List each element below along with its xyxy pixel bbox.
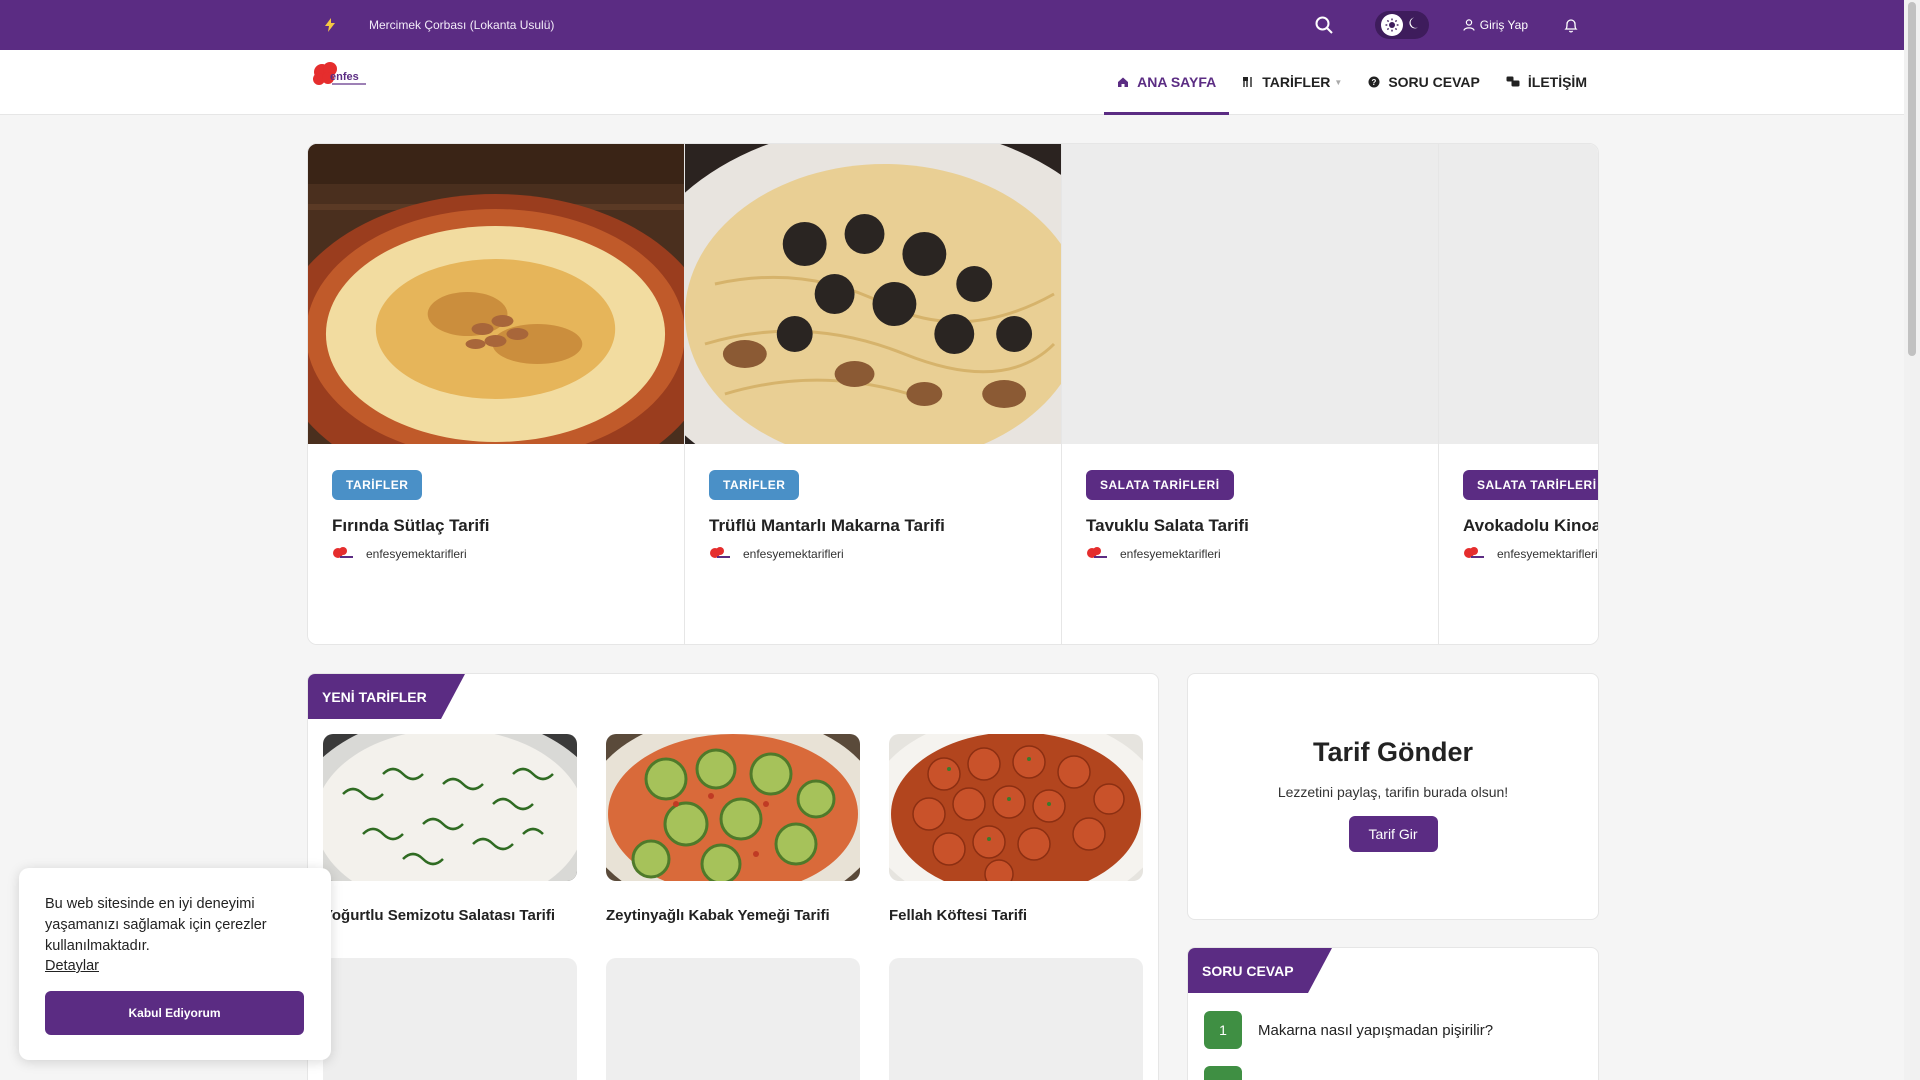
qa-item[interactable]: 1 Makarna nasıl yapışmadan pişirilir? xyxy=(1204,1011,1493,1049)
scrollbar-thumb[interactable] xyxy=(1908,2,1916,356)
qa-item[interactable] xyxy=(1204,1066,1258,1080)
chat-bubbles-icon xyxy=(1506,76,1520,87)
nav-home[interactable]: ANA SAYFA xyxy=(1104,50,1230,115)
login-label: Giriş Yap xyxy=(1479,18,1528,32)
cookie-details-link[interactable]: Detaylar xyxy=(45,958,99,974)
qa-number: 1 xyxy=(1204,1011,1242,1049)
recipe-title[interactable]: Zeytinyağlı Kabak Yemeği Tarifi xyxy=(606,907,860,924)
slide-author[interactable]: enfesyemektarifleri xyxy=(709,546,844,562)
author-avatar xyxy=(1464,547,1484,558)
slide-image xyxy=(308,144,684,444)
submit-recipe-title: Tarif Gönder xyxy=(1312,737,1473,767)
qa-question: Makarna nasıl yapışmadan pişirilir? xyxy=(1258,1021,1494,1039)
slide-card[interactable]: TARİFLER Trüflü Mantarlı Makarna Tarifi … xyxy=(685,144,1062,644)
main-navbar: enfes ANA SAYFA TARİFLER ▼ ? SORU CEVAP … xyxy=(0,50,1904,115)
recipe-card[interactable]: Fellah Köftesi Tarifi xyxy=(889,734,1143,924)
nav-qa[interactable]: ? SORU CEVAP xyxy=(1355,50,1493,114)
cookie-accept-button[interactable]: Kabul Ediyorum xyxy=(45,991,304,1035)
bell-icon[interactable] xyxy=(1558,12,1584,38)
breaking-news-ticker[interactable]: Mercimek Çorbası (Lokanta Usulü) xyxy=(369,18,554,32)
recipe-card-placeholder[interactable] xyxy=(323,958,577,1080)
slide-title[interactable]: Trüflü Mantarlı Makarna Tarifi xyxy=(709,516,945,536)
page-scrollbar[interactable] xyxy=(1904,0,1920,1080)
svg-text:?: ? xyxy=(1372,78,1377,87)
recipe-card[interactable]: Yoğurtlu Semizotu Salatası Tarifi xyxy=(323,734,577,924)
submit-recipe-button[interactable]: Tarif Gir xyxy=(1348,816,1438,852)
author-avatar xyxy=(1087,547,1107,558)
home-icon xyxy=(1118,77,1129,87)
slide-title[interactable]: Fırında Sütlaç Tarifi xyxy=(332,516,489,536)
login-link[interactable]: Giriş Yap xyxy=(1463,18,1528,32)
cookie-text: Bu web sitesinde en iyi deneyimi yaşaman… xyxy=(45,896,267,954)
question-circle-icon: ? xyxy=(1368,76,1380,88)
slide-image-placeholder xyxy=(1062,144,1438,444)
category-badge[interactable]: TARİFLER xyxy=(332,470,423,500)
recipe-title[interactable]: Fellah Köftesi Tarifi xyxy=(889,907,1143,924)
slide-title[interactable]: Avokadolu Kinoa xyxy=(1463,516,1598,536)
chevron-down-icon: ▼ xyxy=(1334,77,1343,87)
slide-card[interactable]: SALATA TARİFLERİ Tavuklu Salata Tarifi e… xyxy=(1062,144,1439,644)
utensils-icon xyxy=(1243,77,1252,87)
slide-card[interactable]: TARİFLER Fırında Sütlaç Tarifi enfesyeme… xyxy=(308,144,685,644)
recipe-card[interactable]: Zeytinyağlı Kabak Yemeği Tarifi xyxy=(606,734,860,924)
moon-icon xyxy=(1408,16,1422,35)
slide-author[interactable]: enfesyemektarifleri xyxy=(1086,546,1221,562)
recipe-image xyxy=(606,734,860,881)
cookie-banner: Bu web sitesinde en iyi deneyimi yaşaman… xyxy=(19,868,331,1060)
theme-toggle[interactable] xyxy=(1374,11,1429,39)
section-heading: SORU CEVAP xyxy=(1188,948,1332,993)
submit-recipe-subtitle: Lezzetini paylaş, tarifin burada olsun! xyxy=(1277,784,1509,800)
main-menu: ANA SAYFA TARİFLER ▼ ? SORU CEVAP İLETİŞ… xyxy=(1104,50,1600,115)
qa-widget: SORU CEVAP 1 Makarna nasıl yapışmadan pi… xyxy=(1187,947,1599,1080)
author-avatar xyxy=(710,547,730,558)
slide-author[interactable]: enfesyemektarifleri xyxy=(332,546,467,562)
recipe-image xyxy=(323,734,577,881)
submit-recipe-widget: Tarif Gönder Lezzetini paylaş, tarifin b… xyxy=(1187,673,1599,920)
recipe-card-placeholder[interactable] xyxy=(889,958,1143,1080)
recipe-card-placeholder[interactable] xyxy=(606,958,860,1080)
svg-text:enfes: enfes xyxy=(330,71,359,83)
slide-author[interactable]: enfesyemektarifleri xyxy=(1463,546,1598,562)
top-bar: Mercimek Çorbası (Lokanta Usulü) Giriş Y… xyxy=(0,0,1904,50)
new-recipes-section: YENİ TARİFLER Yoğurtlu Semizotu Salatası… xyxy=(307,673,1159,1080)
qa-number xyxy=(1204,1066,1242,1080)
nav-contact[interactable]: İLETİŞİM xyxy=(1493,50,1600,114)
search-icon[interactable] xyxy=(1309,10,1339,40)
nav-recipes[interactable]: TARİFLER ▼ xyxy=(1229,50,1355,114)
slide-card[interactable]: SALATA TARİFLERİ Avokadolu Kinoa enfesye… xyxy=(1439,144,1598,644)
category-badge[interactable]: SALATA TARİFLERİ xyxy=(1086,470,1234,500)
category-badge[interactable]: TARİFLER xyxy=(709,470,800,500)
user-icon xyxy=(1463,19,1475,31)
featured-slider[interactable]: TARİFLER Fırında Sütlaç Tarifi enfesyeme… xyxy=(307,143,1599,645)
site-logo[interactable]: enfes xyxy=(310,60,370,92)
section-heading: YENİ TARİFLER xyxy=(308,674,465,719)
recipe-title[interactable]: Yoğurtlu Semizotu Salatası Tarifi xyxy=(323,907,577,924)
slide-image xyxy=(685,144,1061,444)
author-avatar xyxy=(333,547,353,558)
slide-image-placeholder xyxy=(1439,144,1598,444)
sun-icon xyxy=(1381,14,1404,36)
category-badge[interactable]: SALATA TARİFLERİ xyxy=(1463,470,1598,500)
recipe-image xyxy=(889,734,1143,881)
slide-title[interactable]: Tavuklu Salata Tarifi xyxy=(1086,516,1249,536)
lightning-icon xyxy=(317,12,343,38)
